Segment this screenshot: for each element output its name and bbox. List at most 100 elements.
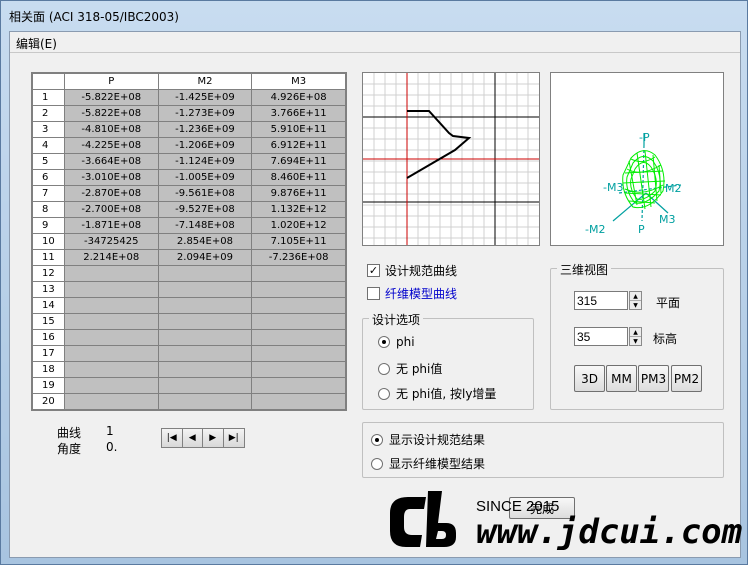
radio-show-fiber[interactable]: 显示纤维模型结果 [371,455,485,472]
column-header-p[interactable]: P [63,73,159,90]
cell-m2[interactable]: -1.206E+09 [157,137,253,154]
design-curve-checkbox[interactable]: ✓ 设计规范曲线 [367,262,457,279]
radio-no-phi-increase[interactable]: 无 phi值, 按ly增量 [378,385,496,402]
cell-p[interactable] [63,377,159,394]
last-icon[interactable]: ▶| [223,429,244,447]
cell-m2[interactable]: -1.425E+09 [157,89,253,106]
table-row[interactable]: 12 [32,265,346,282]
table-row[interactable]: 5 -3.664E+08 -1.124E+09 7.694E+11 [32,153,346,170]
cell-p[interactable]: -4.810E+08 [63,121,159,138]
cell-m3[interactable] [251,265,346,282]
cell-m3[interactable] [251,377,346,394]
view-pm3-button[interactable]: PM3 [638,365,669,392]
table-row[interactable]: 6 -3.010E+08 -1.005E+09 8.460E+11 [32,169,346,186]
plan-angle-spinner[interactable]: ▲ ▼ [629,291,642,310]
cell-m2[interactable]: -1.124E+09 [157,153,253,170]
first-icon[interactable]: |◀ [162,429,183,447]
cell-m3[interactable] [251,393,346,410]
cell-m3[interactable] [251,297,346,314]
cell-m2[interactable] [157,377,253,394]
cell-m3[interactable]: 5.910E+11 [251,121,346,138]
elevation-angle-spinner[interactable]: ▲ ▼ [629,327,642,346]
cell-m3[interactable]: 3.766E+11 [251,105,346,122]
spin-down-icon[interactable]: ▼ [630,301,641,310]
table-row[interactable]: 1 -5.822E+08 -1.425E+09 4.926E+08 [32,89,346,106]
table-row[interactable]: 8 -2.700E+08 -9.527E+08 1.132E+12 [32,201,346,218]
table-row[interactable]: 15 [32,313,346,330]
cell-m2[interactable] [157,313,253,330]
cell-m2[interactable] [157,265,253,282]
radio-no-phi[interactable]: 无 phi值 [378,360,442,377]
elevation-angle-input[interactable] [574,327,628,346]
cell-m2[interactable] [157,361,253,378]
table-row[interactable]: 2 -5.822E+08 -1.273E+09 3.766E+11 [32,105,346,122]
table-row[interactable]: 3 -4.810E+08 -1.236E+09 5.910E+11 [32,121,346,138]
cell-p[interactable]: -2.700E+08 [63,201,159,218]
cell-m3[interactable]: 1.020E+12 [251,217,346,234]
spin-down-icon[interactable]: ▼ [630,337,641,346]
cell-m2[interactable]: -1.005E+09 [157,169,253,186]
cell-p[interactable] [63,361,159,378]
cell-m2[interactable] [157,281,253,298]
spin-up-icon[interactable]: ▲ [630,292,641,301]
table-row[interactable]: 19 [32,377,346,394]
column-header-m2[interactable]: M2 [157,73,253,90]
table-row[interactable]: 18 [32,361,346,378]
spin-up-icon[interactable]: ▲ [630,328,641,337]
cell-m2[interactable]: -7.148E+08 [157,217,253,234]
column-header-m3[interactable]: M3 [251,73,346,90]
cell-p[interactable]: -5.822E+08 [63,89,159,106]
table-row[interactable]: 11 2.214E+08 2.094E+09 -7.236E+08 [32,249,346,266]
cell-m2[interactable] [157,393,253,410]
view-pm2-button[interactable]: PM2 [671,365,702,392]
prev-icon[interactable]: ◀ [182,429,203,447]
cell-m3[interactable] [251,361,346,378]
table-row[interactable]: 4 -4.225E+08 -1.206E+09 6.912E+11 [32,137,346,154]
view-mm-button[interactable]: MM [606,365,637,392]
table-row[interactable]: 7 -2.870E+08 -9.561E+08 9.876E+11 [32,185,346,202]
cell-p[interactable] [63,345,159,362]
table-row[interactable]: 14 [32,297,346,314]
cell-p[interactable]: -34725425 [63,233,159,250]
table-row[interactable]: 13 [32,281,346,298]
cell-m3[interactable]: 1.132E+12 [251,201,346,218]
cell-m2[interactable] [157,329,253,346]
table-row[interactable]: 16 [32,329,346,346]
cell-p[interactable]: 2.214E+08 [63,249,159,266]
cell-m3[interactable]: 8.460E+11 [251,169,346,186]
cell-m2[interactable]: -1.273E+09 [157,105,253,122]
table-row[interactable]: 17 [32,345,346,362]
cell-p[interactable]: -1.871E+08 [63,217,159,234]
cell-m3[interactable]: 6.912E+11 [251,137,346,154]
cell-m3[interactable] [251,313,346,330]
cell-m3[interactable]: 7.694E+11 [251,153,346,170]
cell-m2[interactable]: 2.094E+09 [157,249,253,266]
table-row[interactable]: 9 -1.871E+08 -7.148E+08 1.020E+12 [32,217,346,234]
cell-p[interactable]: -3.664E+08 [63,153,159,170]
plan-angle-input[interactable] [574,291,628,310]
cell-p[interactable] [63,265,159,282]
radio-phi[interactable]: phi [378,335,415,349]
table-row[interactable]: 20 [32,393,346,410]
fiber-curve-checkbox[interactable]: 纤维模型曲线 [367,285,457,302]
cell-m2[interactable]: 2.854E+08 [157,233,253,250]
cell-m3[interactable]: -7.236E+08 [251,249,346,266]
data-grid[interactable]: P M2 M3 1 -5.822E+08 -1.425E+09 4.926E+08 2-… [31,72,347,411]
title-bar[interactable]: 相关面 (ACI 318-05/IBC2003) [1,1,747,31]
cell-m3[interactable] [251,281,346,298]
cell-m3[interactable]: 4.926E+08 [251,89,346,106]
cell-p[interactable] [63,329,159,346]
cell-p[interactable] [63,281,159,298]
cell-m2[interactable]: -9.527E+08 [157,201,253,218]
table-row[interactable]: 10 -34725425 2.854E+08 7.105E+11 [32,233,346,250]
cell-p[interactable]: -2.870E+08 [63,185,159,202]
cell-m3[interactable] [251,329,346,346]
radio-show-design[interactable]: 显示设计规范结果 [371,431,485,448]
cell-m2[interactable] [157,345,253,362]
view-3d-button[interactable]: 3D [574,365,605,392]
cell-m3[interactable]: 7.105E+11 [251,233,346,250]
cell-p[interactable]: -4.225E+08 [63,137,159,154]
cell-p[interactable] [63,313,159,330]
menu-edit[interactable]: 编辑(E) [16,35,57,52]
cell-p[interactable] [63,297,159,314]
